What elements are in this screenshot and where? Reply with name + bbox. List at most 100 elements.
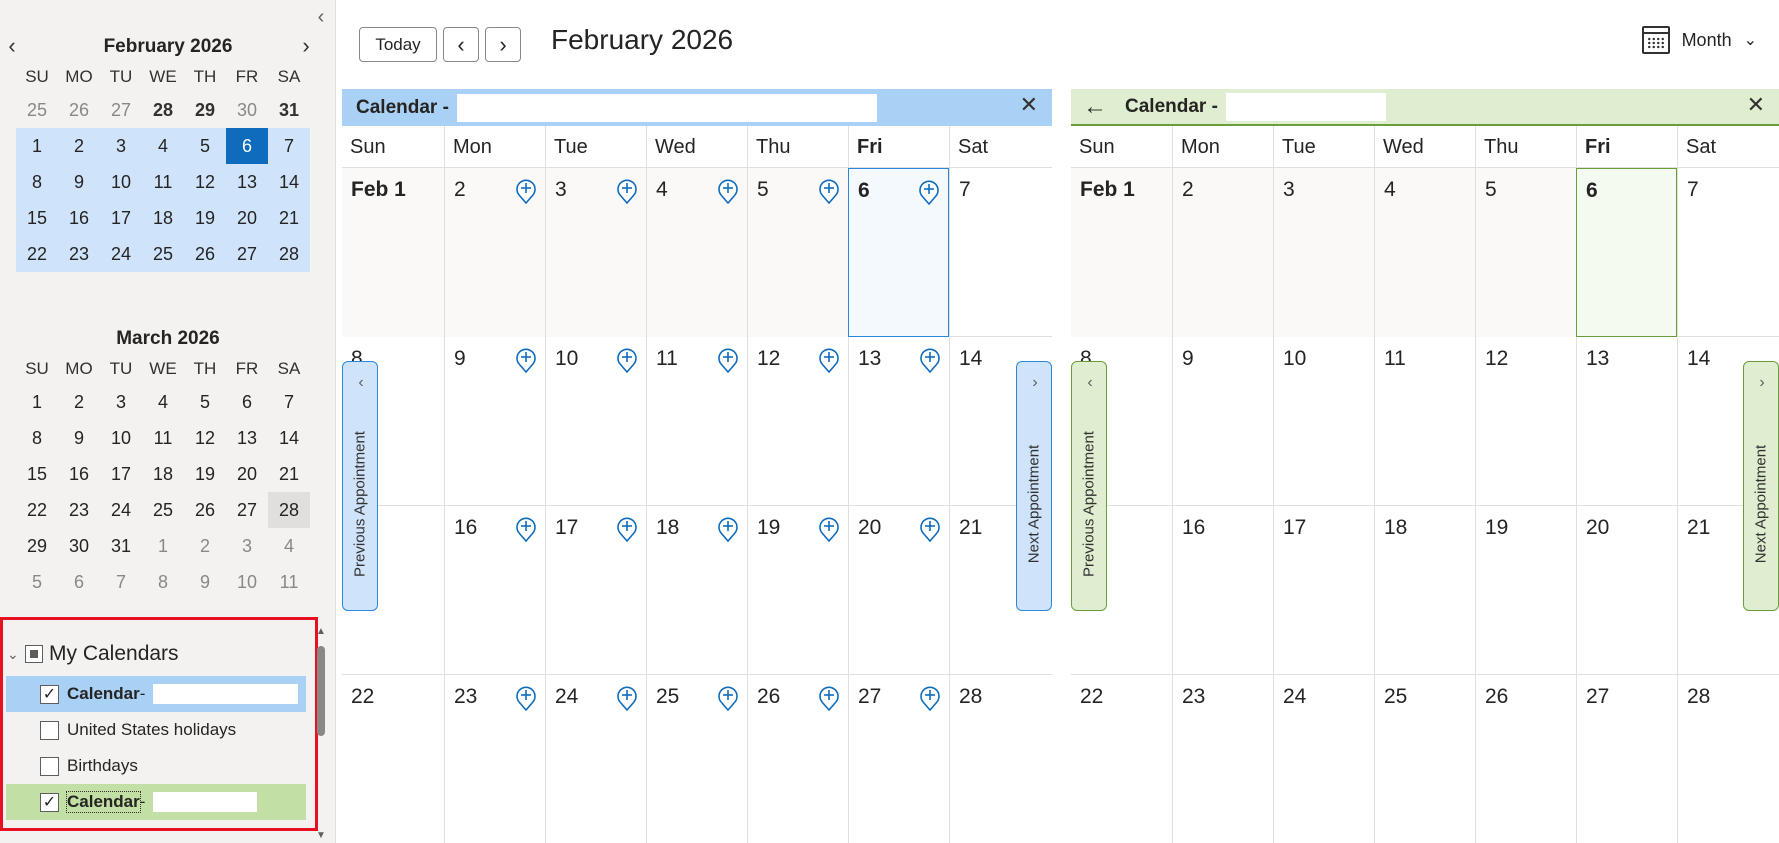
- day-cell[interactable]: Feb 1: [1071, 168, 1172, 337]
- mini-day[interactable]: 9: [184, 564, 226, 600]
- add-event-icon[interactable]: [919, 179, 939, 206]
- mini-day[interactable]: 28: [268, 236, 310, 272]
- mini-day[interactable]: 25: [142, 492, 184, 528]
- day-cell[interactable]: 7: [1677, 168, 1779, 337]
- mini-day[interactable]: 6: [226, 384, 268, 420]
- day-cell[interactable]: 10: [545, 337, 646, 506]
- mini-day[interactable]: 25: [16, 92, 58, 128]
- mini-day[interactable]: 3: [226, 528, 268, 564]
- add-event-icon[interactable]: [920, 516, 940, 543]
- day-cell[interactable]: 5: [1475, 168, 1576, 337]
- mini-day[interactable]: 21: [268, 200, 310, 236]
- day-cell[interactable]: 23: [1172, 675, 1273, 843]
- mini-day[interactable]: 10: [100, 164, 142, 200]
- day-cell[interactable]: 22: [342, 675, 444, 843]
- day-cell[interactable]: 4: [646, 168, 747, 337]
- scroll-down-arrow-icon[interactable]: ▼: [316, 830, 326, 841]
- mini-day[interactable]: 19: [184, 200, 226, 236]
- mini-day[interactable]: 4: [268, 528, 310, 564]
- next-appointment-button[interactable]: › Next Appointment: [1016, 361, 1052, 611]
- day-cell[interactable]: 20: [848, 506, 949, 675]
- mini-day[interactable]: 8: [142, 564, 184, 600]
- next-appointment-button[interactable]: › Next Appointment: [1743, 361, 1779, 611]
- mini-day[interactable]: 25: [142, 236, 184, 272]
- day-cell[interactable]: 22: [1071, 675, 1172, 843]
- mini-day[interactable]: 14: [268, 420, 310, 456]
- mini-day[interactable]: 5: [184, 128, 226, 164]
- day-cell[interactable]: 9: [1172, 337, 1273, 506]
- arrow-left-icon[interactable]: ←: [1083, 93, 1107, 121]
- add-event-icon[interactable]: [718, 347, 738, 374]
- close-icon[interactable]: ✕: [1747, 92, 1765, 118]
- mini-day-today[interactable]: 6: [226, 128, 268, 164]
- mini-day[interactable]: 26: [58, 92, 100, 128]
- day-cell[interactable]: 16: [444, 506, 545, 675]
- add-event-icon[interactable]: [819, 347, 839, 374]
- mini-day[interactable]: 7: [100, 564, 142, 600]
- mini-day[interactable]: 2: [58, 384, 100, 420]
- calendar-tab-header[interactable]: Calendar - ✕: [342, 89, 1052, 126]
- mini-day[interactable]: 15: [16, 456, 58, 492]
- mini-day[interactable]: 19: [184, 456, 226, 492]
- add-event-icon[interactable]: [617, 685, 637, 712]
- day-cell-today[interactable]: 6: [848, 168, 949, 337]
- mini-day[interactable]: 12: [184, 420, 226, 456]
- mini-day[interactable]: 24: [100, 492, 142, 528]
- today-button[interactable]: Today: [359, 27, 437, 62]
- mini-day[interactable]: 16: [58, 200, 100, 236]
- collapse-pane-icon[interactable]: ‹: [311, 7, 331, 28]
- mini-next-month-icon[interactable]: ›: [294, 32, 318, 62]
- add-event-icon[interactable]: [920, 347, 940, 374]
- day-cell-today[interactable]: 6: [1576, 168, 1677, 337]
- mini-day[interactable]: 11: [268, 564, 310, 600]
- view-switcher[interactable]: Month ⌄: [1641, 26, 1757, 54]
- day-cell[interactable]: 24: [1273, 675, 1374, 843]
- day-cell[interactable]: 27: [1576, 675, 1677, 843]
- mini-day[interactable]: 11: [142, 420, 184, 456]
- mini-day[interactable]: 7: [268, 384, 310, 420]
- day-cell[interactable]: 26: [1475, 675, 1576, 843]
- mini-day[interactable]: 18: [142, 456, 184, 492]
- day-cell[interactable]: 28: [949, 675, 1052, 843]
- day-cell[interactable]: 13: [1576, 337, 1677, 506]
- day-cell[interactable]: 24: [545, 675, 646, 843]
- mini-day[interactable]: 13: [226, 164, 268, 200]
- day-cell[interactable]: 10: [1273, 337, 1374, 506]
- mini-day[interactable]: 24: [100, 236, 142, 272]
- scroll-up-arrow-icon[interactable]: ▲: [316, 626, 326, 637]
- previous-period-button[interactable]: ‹: [443, 27, 479, 62]
- day-cell[interactable]: Feb 1: [342, 168, 444, 337]
- mini-day[interactable]: 20: [226, 200, 268, 236]
- add-event-icon[interactable]: [819, 178, 839, 205]
- day-cell[interactable]: 18: [1374, 506, 1475, 675]
- folder-item-us-holidays[interactable]: United States holidays: [6, 712, 306, 748]
- add-event-icon[interactable]: [617, 347, 637, 374]
- day-cell[interactable]: 18: [646, 506, 747, 675]
- mini-day[interactable]: 5: [184, 384, 226, 420]
- mini-day[interactable]: 28: [268, 492, 310, 528]
- mini-day[interactable]: 2: [184, 528, 226, 564]
- mini-day[interactable]: 8: [16, 164, 58, 200]
- add-event-icon[interactable]: [516, 685, 536, 712]
- mini-day[interactable]: 23: [58, 236, 100, 272]
- close-icon[interactable]: ✕: [1020, 92, 1038, 118]
- mini-day[interactable]: 30: [58, 528, 100, 564]
- checkbox-unchecked[interactable]: [40, 757, 59, 776]
- day-cell[interactable]: 25: [1374, 675, 1475, 843]
- checkbox-checked[interactable]: ✓: [40, 685, 59, 704]
- add-event-icon[interactable]: [718, 516, 738, 543]
- mini-day[interactable]: 3: [100, 128, 142, 164]
- day-cell[interactable]: 12: [1475, 337, 1576, 506]
- mini-day[interactable]: 12: [184, 164, 226, 200]
- mini-day[interactable]: 16: [58, 456, 100, 492]
- mini-day[interactable]: 26: [184, 236, 226, 272]
- day-cell[interactable]: 19: [747, 506, 848, 675]
- next-period-button[interactable]: ›: [485, 27, 521, 62]
- mini-day[interactable]: 14: [268, 164, 310, 200]
- add-event-icon[interactable]: [920, 685, 940, 712]
- folder-group-my-calendars[interactable]: ⌄ My Calendars: [7, 640, 179, 668]
- mini-day[interactable]: 1: [16, 384, 58, 420]
- previous-appointment-button[interactable]: ‹ Previous Appointment: [1071, 361, 1107, 611]
- add-event-icon[interactable]: [617, 178, 637, 205]
- mini-day[interactable]: 15: [16, 200, 58, 236]
